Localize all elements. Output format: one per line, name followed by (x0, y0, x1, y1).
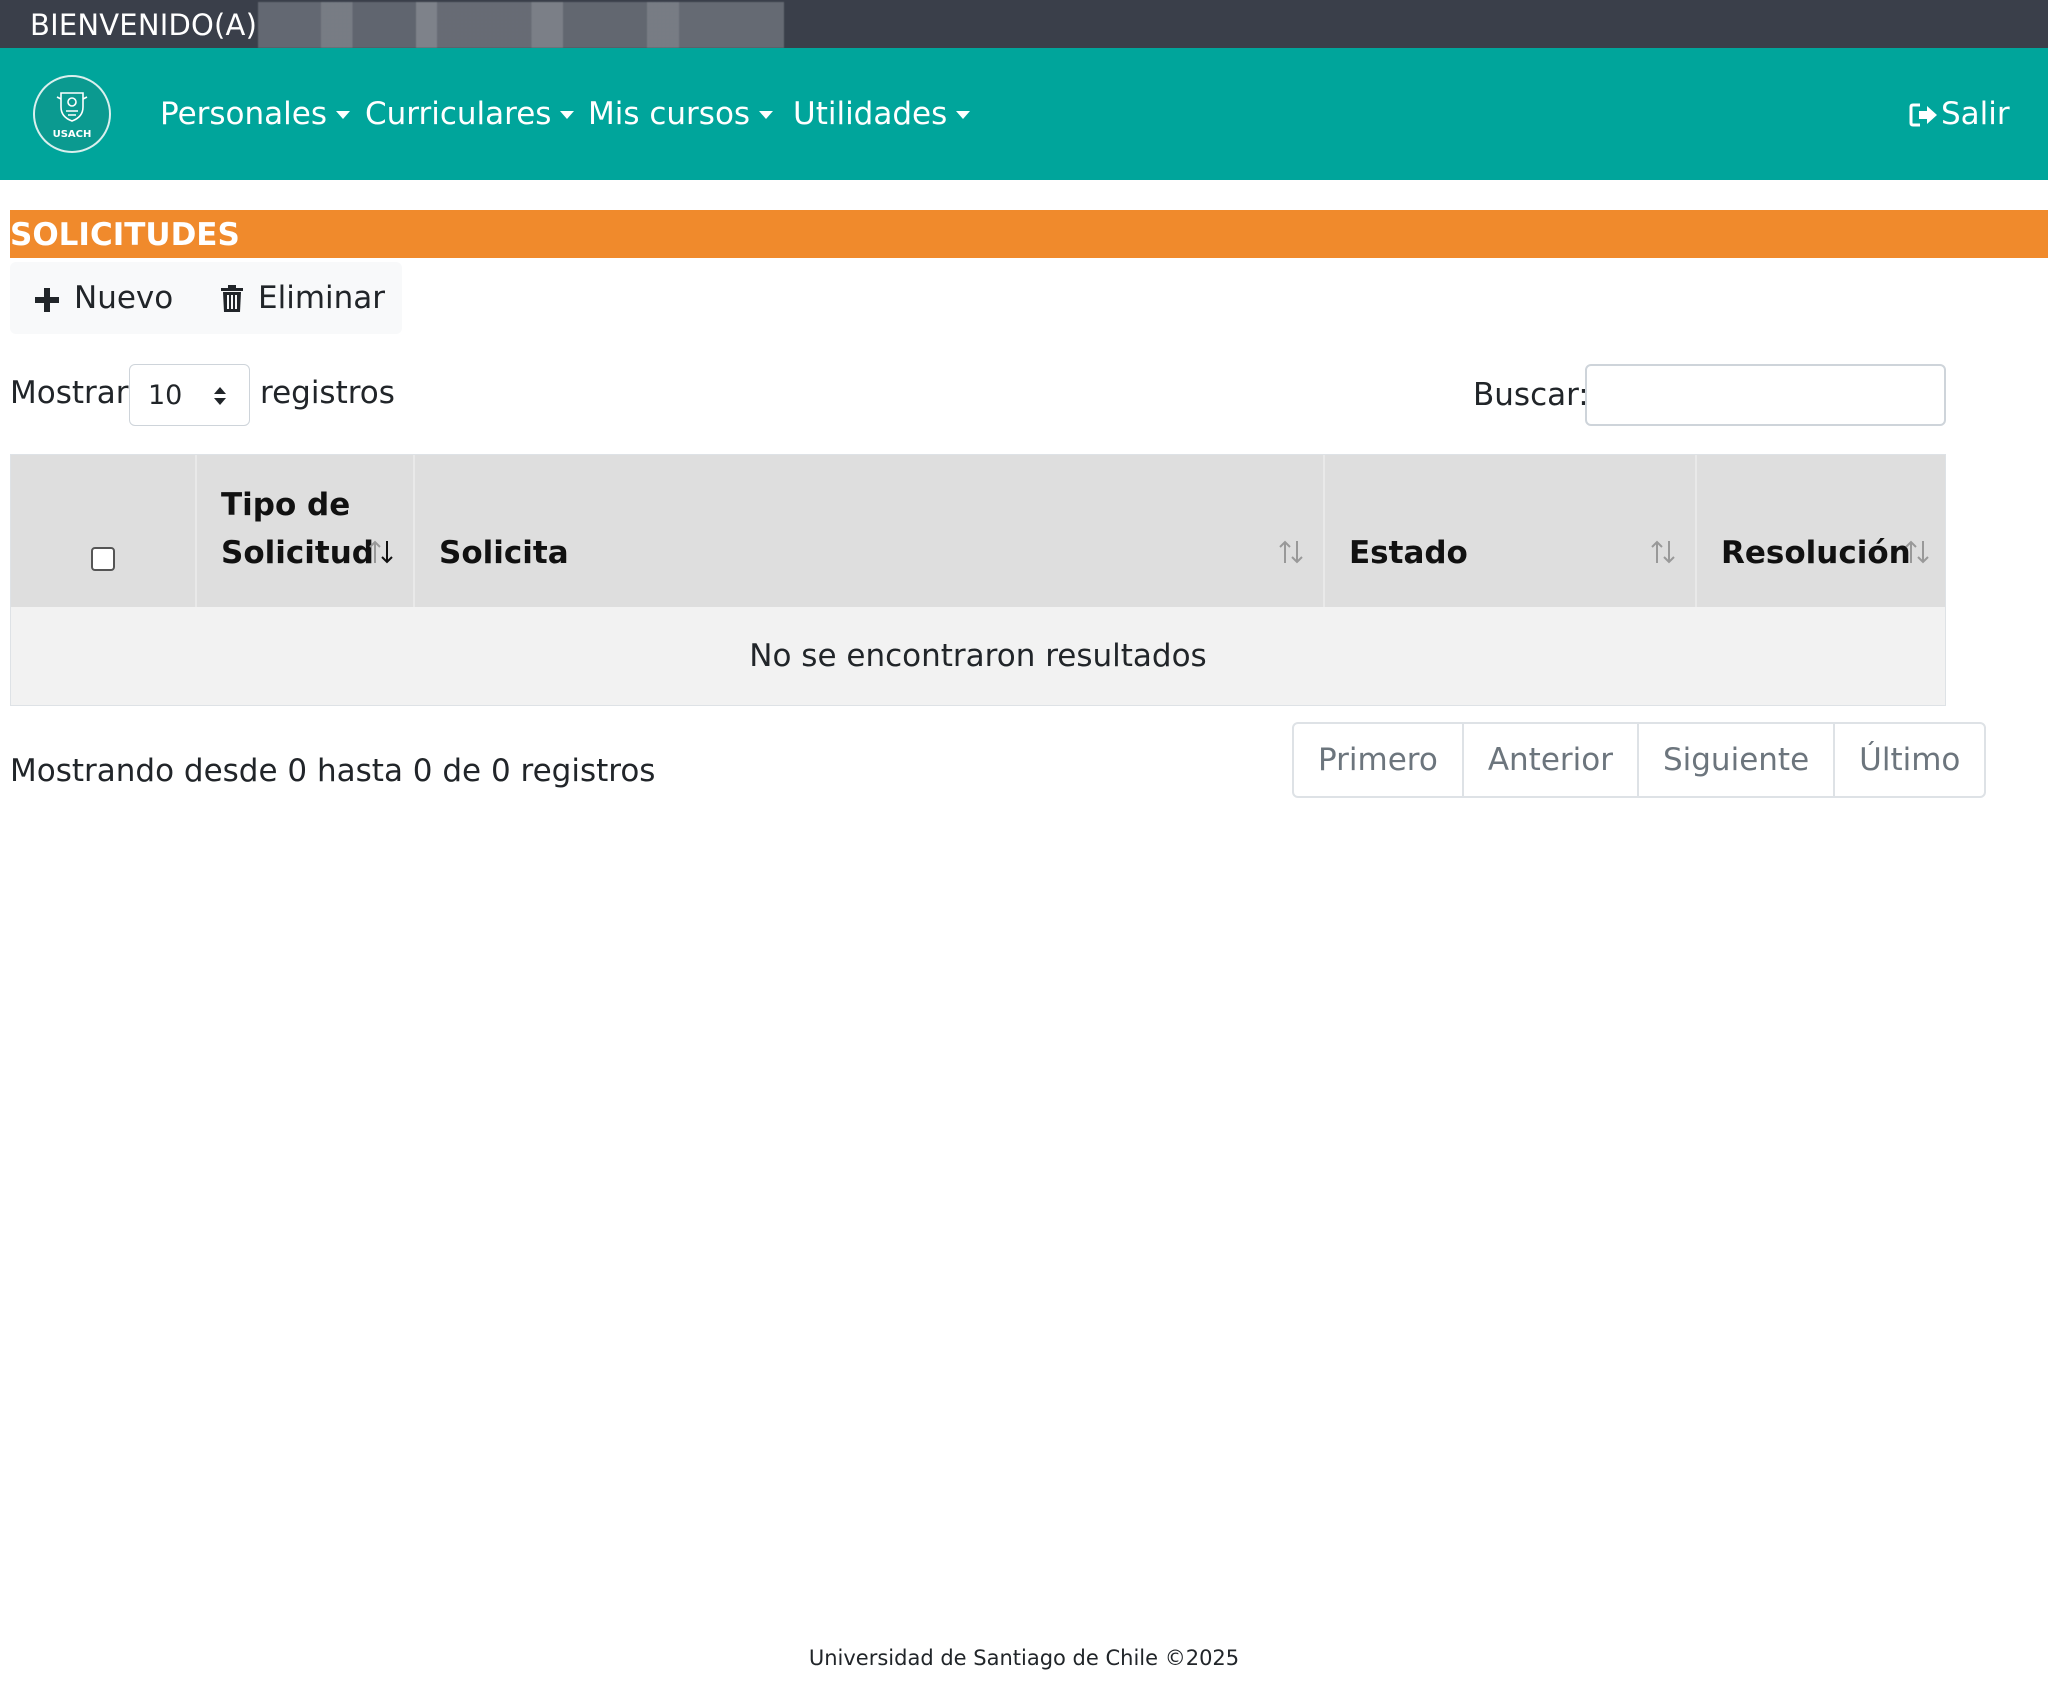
column-header-estado[interactable]: Estado (1325, 455, 1697, 607)
previous-page-button[interactable]: Anterior (1464, 724, 1639, 796)
sign-out-icon (1909, 103, 1937, 127)
column-header-select (11, 455, 197, 607)
select-all-checkbox[interactable] (91, 547, 115, 571)
sort-icon (369, 540, 393, 564)
new-button-label: Nuevo (74, 280, 174, 316)
welcome-label: BIENVENIDO(A) (30, 8, 258, 42)
logout-link[interactable]: Salir (1909, 96, 2010, 132)
delete-button-label: Eliminar (258, 280, 386, 316)
table-info: Mostrando desde 0 hasta 0 de 0 registros (10, 753, 656, 789)
main-navbar: USACH Personales Curriculares Mis cursos… (0, 48, 2048, 180)
column-header-label: Tipo de Solicitud (221, 487, 374, 571)
logo-text: USACH (52, 129, 92, 140)
university-logo[interactable]: USACH (33, 75, 111, 153)
search-input[interactable] (1585, 364, 1946, 426)
caret-down-icon (560, 111, 575, 119)
caret-down-icon (759, 111, 774, 119)
sort-icon (1651, 540, 1675, 564)
table-row: No se encontraron resultados (11, 607, 1945, 705)
next-page-button[interactable]: Siguiente (1639, 724, 1836, 796)
requests-table: Tipo de Solicitud Solicita Estado Resolu… (10, 454, 1946, 706)
nav-mis-cursos[interactable]: Mis cursos (588, 96, 774, 132)
footer-copyright: Universidad de Santiago de Chile ©2025 (808, 1646, 1240, 1670)
page-size-select[interactable]: 10 (129, 364, 250, 426)
page-title: SOLICITUDES (10, 217, 240, 253)
search-label: Buscar: (1473, 377, 1589, 413)
welcome-bar: BIENVENIDO(A) (0, 0, 2048, 48)
nav-utilidades[interactable]: Utilidades (793, 96, 971, 132)
nav-personales[interactable]: Personales (160, 96, 351, 132)
pagination: Primero Anterior Siguiente Último (1292, 722, 1987, 798)
column-header-label: Resolución (1721, 535, 1911, 571)
show-label: Mostrar (10, 375, 129, 411)
select-arrows-icon (214, 387, 226, 405)
records-label: registros (260, 375, 395, 411)
section-header: SOLICITUDES (10, 210, 2048, 258)
university-crest-icon (56, 92, 88, 122)
logout-label: Salir (1941, 96, 2010, 132)
caret-down-icon (956, 111, 971, 119)
plus-icon (35, 288, 59, 312)
delete-button[interactable]: Eliminar (220, 276, 385, 320)
column-header-resolucion[interactable]: Resolución (1697, 455, 1945, 607)
first-page-button[interactable]: Primero (1294, 724, 1464, 796)
caret-down-icon (336, 111, 351, 119)
last-page-button[interactable]: Último (1835, 724, 1984, 796)
column-header-solicita[interactable]: Solicita (415, 455, 1325, 607)
user-name-redacted (258, 2, 784, 48)
nav-curriculares[interactable]: Curriculares (365, 96, 575, 132)
table-header: Tipo de Solicitud Solicita Estado Resolu… (11, 455, 1945, 607)
new-button[interactable]: Nuevo (34, 276, 173, 320)
column-header-tipo[interactable]: Tipo de Solicitud (197, 455, 415, 607)
nav-curriculares-label: Curriculares (365, 96, 552, 132)
column-header-label: Estado (1349, 535, 1468, 571)
nav-personales-label: Personales (160, 96, 328, 132)
action-toolbar: Nuevo Eliminar (10, 262, 402, 334)
sort-icon (1905, 540, 1929, 564)
column-header-label: Solicita (439, 535, 569, 571)
nav-mis-cursos-label: Mis cursos (588, 96, 751, 132)
nav-utilidades-label: Utilidades (793, 96, 948, 132)
page-size-value: 10 (148, 380, 183, 411)
trash-icon (221, 285, 243, 312)
empty-table-message: No se encontraron resultados (749, 638, 1207, 674)
sort-icon (1279, 540, 1303, 564)
